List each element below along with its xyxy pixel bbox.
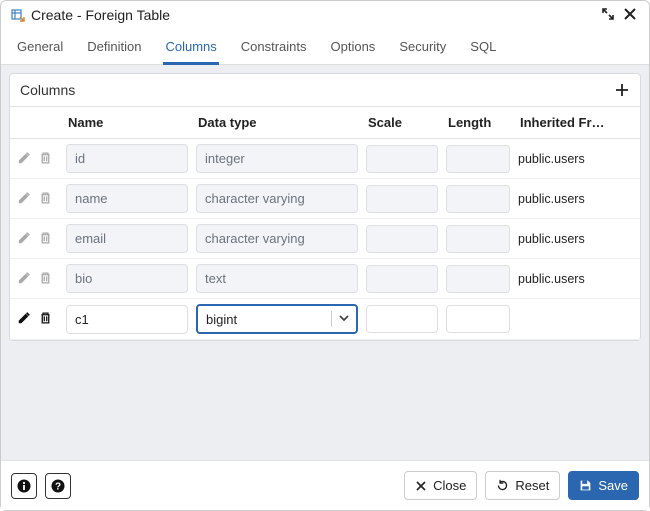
add-row-button[interactable] bbox=[614, 82, 630, 98]
table-row: biotext public.users bbox=[10, 259, 640, 299]
delete-row-icon[interactable] bbox=[39, 191, 55, 207]
length-field bbox=[446, 145, 510, 173]
col-inherited-header: Inherited Fr… bbox=[514, 107, 640, 139]
titlebar: Create - Foreign Table bbox=[1, 1, 649, 27]
datatype-value: bigint bbox=[206, 312, 237, 327]
columns-table: Name Data type Scale Length Inherited Fr… bbox=[10, 107, 640, 340]
datatype-field: integer bbox=[196, 144, 358, 173]
tab-security[interactable]: Security bbox=[397, 33, 448, 64]
col-length-header: Length bbox=[442, 107, 514, 139]
datatype-field: text bbox=[196, 264, 358, 293]
dialog-create-foreign-table: Create - Foreign Table General Definitio… bbox=[0, 0, 650, 511]
name-field[interactable]: c1 bbox=[66, 305, 188, 334]
save-button[interactable]: Save bbox=[568, 471, 639, 500]
col-scale-header: Scale bbox=[362, 107, 442, 139]
expand-icon[interactable] bbox=[601, 7, 617, 23]
scale-field bbox=[366, 265, 438, 293]
delete-row-icon[interactable] bbox=[39, 151, 55, 167]
close-label: Close bbox=[433, 478, 466, 493]
edit-row-icon[interactable] bbox=[17, 191, 33, 207]
save-icon bbox=[579, 479, 592, 492]
edit-row-icon[interactable] bbox=[17, 271, 33, 287]
reset-icon bbox=[496, 479, 509, 492]
help-button[interactable]: ? bbox=[45, 473, 71, 499]
tab-constraints[interactable]: Constraints bbox=[239, 33, 309, 64]
svg-text:?: ? bbox=[55, 481, 61, 492]
tab-general[interactable]: General bbox=[15, 33, 65, 64]
scale-field bbox=[366, 185, 438, 213]
name-field: id bbox=[66, 144, 188, 173]
length-field bbox=[446, 265, 510, 293]
edit-row-icon[interactable] bbox=[17, 151, 33, 167]
panel-header: Columns bbox=[10, 74, 640, 107]
scale-field bbox=[366, 145, 438, 173]
inherited-from: public.users bbox=[518, 272, 636, 286]
datatype-select[interactable]: bigint bbox=[196, 304, 358, 334]
datatype-field: character varying bbox=[196, 184, 358, 213]
columns-panel: Columns Name Data type Scale Length Inhe… bbox=[9, 73, 641, 341]
save-label: Save bbox=[598, 478, 628, 493]
inherited-from: public.users bbox=[518, 192, 636, 206]
edit-row-icon[interactable] bbox=[17, 311, 33, 327]
table-row: email character varying public.users bbox=[10, 219, 640, 259]
tab-sql[interactable]: SQL bbox=[468, 33, 498, 64]
tabs: General Definition Columns Constraints O… bbox=[1, 27, 649, 65]
reset-button[interactable]: Reset bbox=[485, 471, 560, 500]
reset-label: Reset bbox=[515, 478, 549, 493]
delete-row-icon[interactable] bbox=[39, 311, 55, 327]
foreign-table-icon bbox=[11, 8, 25, 22]
delete-row-icon[interactable] bbox=[39, 271, 55, 287]
length-field bbox=[446, 185, 510, 213]
scale-field[interactable] bbox=[366, 305, 438, 333]
name-field: bio bbox=[66, 264, 188, 293]
edit-row-icon[interactable] bbox=[17, 231, 33, 247]
inherited-from: public.users bbox=[518, 232, 636, 246]
length-field bbox=[446, 225, 510, 253]
close-icon[interactable] bbox=[623, 7, 639, 23]
name-field: email bbox=[66, 224, 188, 253]
inherited-from: public.users bbox=[518, 152, 636, 166]
tab-options[interactable]: Options bbox=[329, 33, 378, 64]
close-x-icon bbox=[415, 480, 427, 492]
table-row: c1 bigint bbox=[10, 299, 640, 340]
datatype-field: character varying bbox=[196, 224, 358, 253]
delete-row-icon[interactable] bbox=[39, 231, 55, 247]
chevron-down-icon bbox=[338, 312, 350, 327]
panel-title: Columns bbox=[20, 82, 75, 98]
col-actions-header bbox=[10, 107, 62, 139]
dialog-title: Create - Foreign Table bbox=[31, 7, 595, 23]
close-button[interactable]: Close bbox=[404, 471, 477, 500]
length-field[interactable] bbox=[446, 305, 510, 333]
scale-field bbox=[366, 225, 438, 253]
dialog-footer: ? Close Reset Save bbox=[1, 460, 649, 510]
col-name-header: Name bbox=[62, 107, 192, 139]
table-row: name character varying public.users bbox=[10, 179, 640, 219]
tab-definition[interactable]: Definition bbox=[85, 33, 143, 64]
name-field: name bbox=[66, 184, 188, 213]
tab-columns[interactable]: Columns bbox=[163, 33, 218, 65]
col-datatype-header: Data type bbox=[192, 107, 362, 139]
info-button[interactable] bbox=[11, 473, 37, 499]
table-row: id integer public.users bbox=[10, 139, 640, 179]
dialog-body: Columns Name Data type Scale Length Inhe… bbox=[1, 65, 649, 460]
